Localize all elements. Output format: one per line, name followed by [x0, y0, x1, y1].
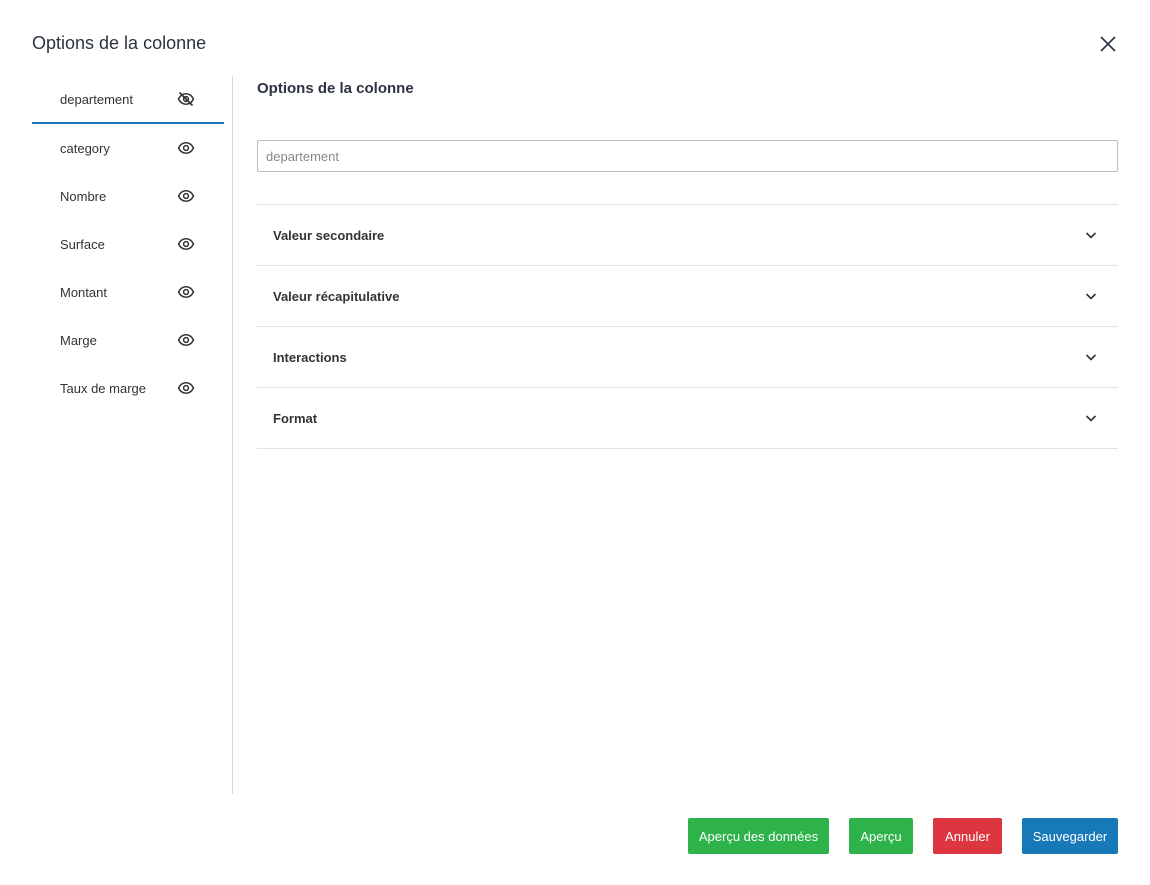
column-item-label: departement	[60, 91, 133, 107]
accordion-label: Format	[273, 410, 318, 426]
eye-off-icon[interactable]	[176, 89, 196, 109]
chevron-down-icon	[1084, 411, 1098, 425]
chevron-down-icon	[1084, 350, 1098, 364]
accordion-label: Interactions	[273, 349, 347, 365]
eye-icon[interactable]	[176, 330, 196, 350]
save-button[interactable]: Sauvegarder	[1022, 818, 1118, 854]
eye-icon[interactable]	[176, 138, 196, 158]
column-item-taux-de-marge[interactable]: Taux de marge	[32, 364, 224, 412]
column-item-departement[interactable]: departement	[32, 76, 224, 124]
column-item-surface[interactable]: Surface	[32, 220, 224, 268]
column-item-marge[interactable]: Marge	[32, 316, 224, 364]
column-item-label: category	[60, 140, 110, 156]
eye-icon[interactable]	[176, 234, 196, 254]
options-accordion: Valeur secondaire Valeur récapitulative …	[257, 204, 1118, 449]
eye-icon[interactable]	[176, 378, 196, 398]
column-item-nombre[interactable]: Nombre	[32, 172, 224, 220]
accordion-label: Valeur récapitulative	[273, 288, 400, 304]
column-name-input[interactable]	[257, 140, 1118, 172]
column-options-dialog: Options de la colonne departement catego…	[0, 0, 1150, 885]
data-preview-button[interactable]: Aperçu des données	[688, 818, 829, 854]
cancel-button[interactable]: Annuler	[933, 818, 1002, 854]
chevron-down-icon	[1084, 228, 1098, 242]
accordion-label: Valeur secondaire	[273, 227, 385, 243]
column-item-category[interactable]: category	[32, 124, 224, 172]
column-item-label: Montant	[60, 284, 107, 300]
accordion-interactions[interactable]: Interactions	[257, 327, 1118, 388]
column-item-label: Marge	[60, 332, 97, 348]
accordion-format[interactable]: Format	[257, 388, 1118, 449]
dialog-title: Options de la colonne	[32, 33, 207, 53]
accordion-valeur-recapitulative[interactable]: Valeur récapitulative	[257, 266, 1118, 327]
accordion-valeur-secondaire[interactable]: Valeur secondaire	[257, 205, 1118, 266]
section-title: Options de la colonne	[257, 80, 414, 97]
chevron-down-icon	[1084, 289, 1098, 303]
column-item-label: Surface	[60, 236, 105, 252]
close-icon[interactable]	[1097, 33, 1119, 55]
vertical-divider	[232, 76, 233, 794]
column-list: departement category Nombre Surface Mont…	[32, 76, 224, 412]
column-item-label: Nombre	[60, 188, 107, 204]
column-item-label: Taux de marge	[60, 380, 146, 396]
eye-icon[interactable]	[176, 282, 196, 302]
preview-button[interactable]: Aperçu	[849, 818, 913, 854]
column-item-montant[interactable]: Montant	[32, 268, 224, 316]
eye-icon[interactable]	[176, 186, 196, 206]
